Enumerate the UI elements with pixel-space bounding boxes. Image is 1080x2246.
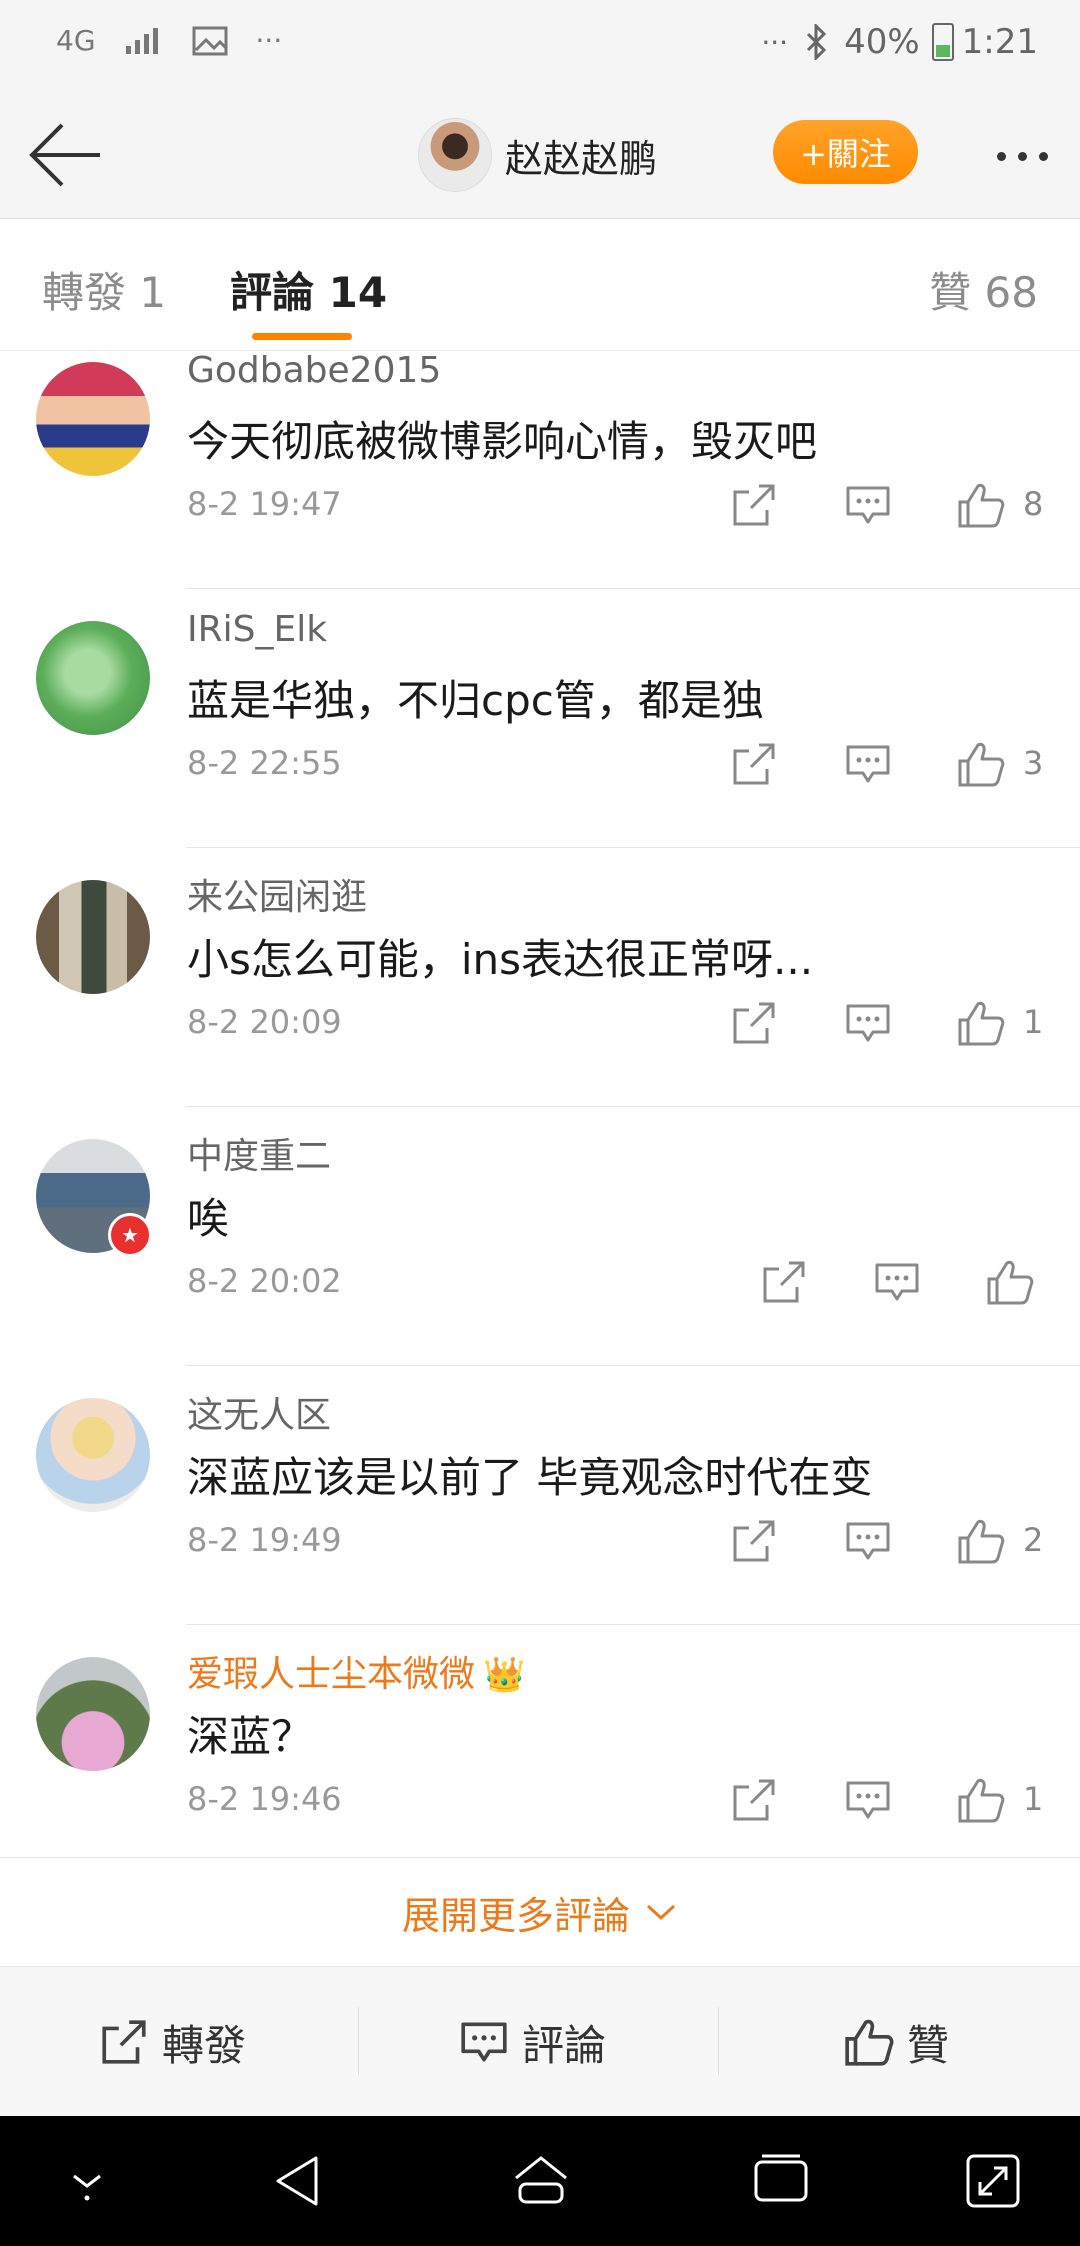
commenter-name[interactable]: 这无人区 xyxy=(187,1386,331,1438)
share-icon xyxy=(102,2020,146,2064)
vip-crown-icon: 👑 xyxy=(483,1655,526,1695)
share-icon[interactable] xyxy=(759,1257,809,1307)
like-count: 2 xyxy=(1023,1521,1044,1559)
comment-icon xyxy=(461,2022,507,2062)
battery-percentage: 40% xyxy=(844,22,920,62)
follow-button[interactable]: +關注 xyxy=(773,120,918,184)
expand-more-comments-button[interactable]: 展開更多評論 xyxy=(0,1857,1080,1967)
more-options-icon[interactable] xyxy=(997,152,1048,161)
comment-text: 蓝是华独，不归cpc管，都是独 xyxy=(187,676,764,725)
comment-item: IRiS_Elk 蓝是华独，不归cpc管，都是独 8-2 22:55 3 xyxy=(0,589,1080,848)
like-count: 1 xyxy=(1023,1003,1044,1041)
comment-time: 8-2 19:49 xyxy=(187,1521,342,1559)
commenter-avatar[interactable] xyxy=(36,1657,150,1771)
repost-label: 轉發 xyxy=(162,2020,247,2070)
hide-navbar-icon[interactable] xyxy=(56,2150,118,2212)
tab-comment[interactable]: 評論 14 xyxy=(230,259,387,320)
like-icon[interactable] xyxy=(956,998,1006,1048)
reply-icon[interactable] xyxy=(872,1257,922,1307)
commenter-avatar[interactable] xyxy=(36,362,150,476)
user-avatar[interactable] xyxy=(418,118,492,192)
comment-time: 8-2 22:55 xyxy=(187,744,342,782)
bottom-action-bar: 轉發 評論 贊 xyxy=(0,1966,1080,2117)
comment-text: 深蓝应该是以前了 毕竟观念时代在变 xyxy=(187,1453,873,1502)
commenter-avatar[interactable] xyxy=(36,1398,150,1512)
comment-label: 評論 xyxy=(522,2020,607,2070)
commenter-name[interactable]: 来公园闲逛 xyxy=(187,868,367,920)
comment-item: 爱瑕人士尘本微微 👑 深蓝？ 8-2 19:46 1 xyxy=(0,1625,1080,1857)
reply-icon[interactable] xyxy=(843,998,893,1048)
commenter-name[interactable]: 中度重二 xyxy=(187,1127,331,1179)
like-button[interactable]: 贊 xyxy=(843,1967,949,2117)
commenter-name[interactable]: Godbabe2015 xyxy=(187,350,441,391)
like-icon xyxy=(845,2019,894,2066)
expand-label: 展開更多評論 xyxy=(401,1893,630,1938)
signal-icon xyxy=(125,27,158,54)
comment-text: 唉 xyxy=(187,1194,230,1243)
header: 赵赵赵鹏 +關注 xyxy=(0,92,1080,219)
verified-badge-icon: ★ xyxy=(108,1213,152,1257)
like-icon[interactable] xyxy=(985,1257,1035,1307)
reply-icon[interactable] xyxy=(843,480,893,530)
share-icon[interactable] xyxy=(729,1516,779,1566)
reply-icon[interactable] xyxy=(843,739,893,789)
more-notifications-icon: ··· xyxy=(255,24,283,57)
comment-time: 8-2 20:02 xyxy=(187,1262,342,1300)
like-count: 8 xyxy=(1023,485,1044,523)
like-icon[interactable] xyxy=(956,739,1006,789)
comment-text: 深蓝？ xyxy=(187,1712,314,1761)
share-icon[interactable] xyxy=(729,1775,779,1825)
share-icon[interactable] xyxy=(729,739,779,789)
share-icon[interactable] xyxy=(729,998,779,1048)
home-nav-icon[interactable] xyxy=(510,2150,572,2212)
back-nav-icon[interactable] xyxy=(270,2150,332,2212)
tab-bar: 轉發 1 評論 14 贊 68 xyxy=(0,219,1080,351)
comment-button[interactable]: 評論 xyxy=(458,1967,606,2117)
more-status-icon: ··· xyxy=(761,25,789,59)
comment-text: 今天彻底被微博影响心情，毁灭吧 xyxy=(187,417,818,466)
tab-repost[interactable]: 轉發 1 xyxy=(42,259,166,320)
clock: 1:21 xyxy=(961,22,1038,62)
system-navigation-bar xyxy=(0,2116,1080,2246)
chevron-down-icon xyxy=(646,1904,676,1921)
share-icon[interactable] xyxy=(729,480,779,530)
recents-nav-icon[interactable] xyxy=(750,2150,812,2212)
comment-text: 小s怎么可能，ins表达很正常呀... xyxy=(187,935,814,984)
like-count: 1 xyxy=(1023,1780,1044,1818)
comment-item: 这无人区 深蓝应该是以前了 毕竟观念时代在变 8-2 19:49 2 xyxy=(0,1366,1080,1625)
comment-list: Godbabe2015 今天彻底被微博影响心情，毁灭吧 8-2 19:47 8 … xyxy=(0,350,1080,1857)
reply-icon[interactable] xyxy=(843,1775,893,1825)
commenter-avatar[interactable] xyxy=(36,880,150,994)
divider xyxy=(718,2007,719,2075)
comment-time: 8-2 20:09 xyxy=(187,1003,342,1041)
comment-item: ★ 中度重二 唉 8-2 20:02 xyxy=(0,1107,1080,1366)
tab-like[interactable]: 贊 68 xyxy=(929,259,1038,320)
reply-icon[interactable] xyxy=(843,1516,893,1566)
divider xyxy=(358,2007,359,2075)
like-icon[interactable] xyxy=(956,1516,1006,1566)
repost-button[interactable]: 轉發 xyxy=(98,1967,246,2117)
network-indicator: 4G xyxy=(56,24,96,57)
image-notification-icon xyxy=(192,26,228,55)
comment-time: 8-2 19:46 xyxy=(187,1780,342,1818)
bluetooth-icon xyxy=(807,24,827,60)
commenter-avatar[interactable] xyxy=(36,621,150,735)
comment-item: 来公园闲逛 小s怎么可能，ins表达很正常呀... 8-2 20:09 1 xyxy=(0,848,1080,1107)
commenter-name[interactable]: IRiS_Elk xyxy=(187,609,327,650)
like-count: 3 xyxy=(1023,744,1044,782)
like-icon[interactable] xyxy=(956,480,1006,530)
status-bar: 4G ··· ··· 40% 1:21 xyxy=(0,0,1080,92)
back-arrow-icon[interactable] xyxy=(28,120,104,190)
commenter-name[interactable]: 爱瑕人士尘本微微 👑 xyxy=(187,1645,525,1697)
comment-time: 8-2 19:47 xyxy=(187,485,342,523)
header-username[interactable]: 赵赵赵鹏 xyxy=(505,128,657,183)
active-tab-indicator xyxy=(252,333,352,340)
fullscreen-icon[interactable] xyxy=(962,2150,1024,2212)
like-label: 贊 xyxy=(907,2020,950,2070)
battery-icon xyxy=(931,23,954,61)
like-icon[interactable] xyxy=(956,1775,1006,1825)
comment-item: Godbabe2015 今天彻底被微博影响心情，毁灭吧 8-2 19:47 8 xyxy=(0,350,1080,589)
